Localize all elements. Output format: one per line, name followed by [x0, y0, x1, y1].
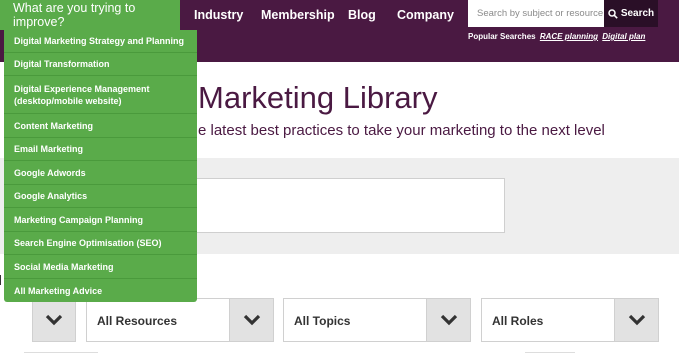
page-title: Marketing Library — [198, 80, 438, 115]
chevron-down-icon — [45, 314, 63, 326]
filter-toggle-button[interactable] — [32, 298, 76, 342]
roles-filter-arrow[interactable] — [614, 299, 658, 341]
dropdown-item-content[interactable]: Content Marketing — [4, 114, 197, 138]
popular-link-race-planning[interactable]: RACE planning — [540, 32, 598, 41]
chevron-down-icon — [243, 314, 260, 326]
popular-searches-label: Popular Searches — [468, 32, 536, 41]
resources-filter[interactable]: All Resources — [86, 298, 274, 342]
improve-dropdown-menu: Digital Marketing Strategy and Planning … — [4, 30, 197, 302]
topics-filter[interactable]: All Topics — [283, 298, 471, 342]
dropdown-item-email[interactable]: Email Marketing — [4, 138, 197, 161]
popular-searches: Popular Searches RACE planning Digital p… — [468, 32, 645, 41]
improve-menu-label: What are you trying to improve? — [13, 1, 136, 29]
search-button-label: Search — [620, 8, 655, 19]
topics-filter-label: All Topics — [294, 314, 351, 328]
resources-filter-label: All Resources — [97, 314, 178, 328]
dropdown-item-experience[interactable]: Digital Experience Management (desktop/m… — [4, 76, 197, 114]
dropdown-item-campaign[interactable]: Marketing Campaign Planning — [4, 208, 197, 232]
nav-link-industry[interactable]: Industry — [194, 8, 243, 22]
dropdown-item-all[interactable]: All Marketing Advice — [4, 279, 197, 302]
roles-filter-label: All Roles — [492, 314, 544, 328]
result-card-edge — [24, 352, 98, 356]
dropdown-item-transformation[interactable]: Digital Transformation — [4, 53, 197, 76]
page-subtitle: e latest best practices to take your mar… — [198, 122, 605, 139]
result-card-edge — [525, 352, 575, 356]
dropdown-item-adwords[interactable]: Google Adwords — [4, 161, 197, 185]
search-button[interactable]: Search — [604, 0, 658, 27]
roles-filter[interactable]: All Roles — [481, 298, 659, 342]
nav-link-membership[interactable]: Membership — [261, 8, 335, 22]
nav-link-company[interactable]: Company — [397, 8, 454, 22]
resources-filter-arrow[interactable] — [229, 299, 273, 341]
search-input[interactable] — [468, 0, 604, 27]
improve-menu-trigger[interactable]: What are you trying to improve? — [0, 0, 180, 30]
dropdown-item-social[interactable]: Social Media Marketing — [4, 255, 197, 279]
library-search-field[interactable] — [196, 178, 505, 233]
nav-link-blog[interactable]: Blog — [348, 8, 376, 22]
popular-link-digital-plan[interactable]: Digital plan — [602, 32, 645, 41]
dropdown-item-seo[interactable]: Search Engine Optimisation (SEO) — [4, 232, 197, 255]
dropdown-item-strategy[interactable]: Digital Marketing Strategy and Planning — [4, 30, 197, 53]
chevron-down-icon — [440, 314, 457, 326]
topics-filter-arrow[interactable] — [426, 299, 470, 341]
chevron-down-icon — [628, 314, 645, 326]
search-icon — [608, 8, 618, 19]
dropdown-item-analytics[interactable]: Google Analytics — [4, 185, 197, 208]
